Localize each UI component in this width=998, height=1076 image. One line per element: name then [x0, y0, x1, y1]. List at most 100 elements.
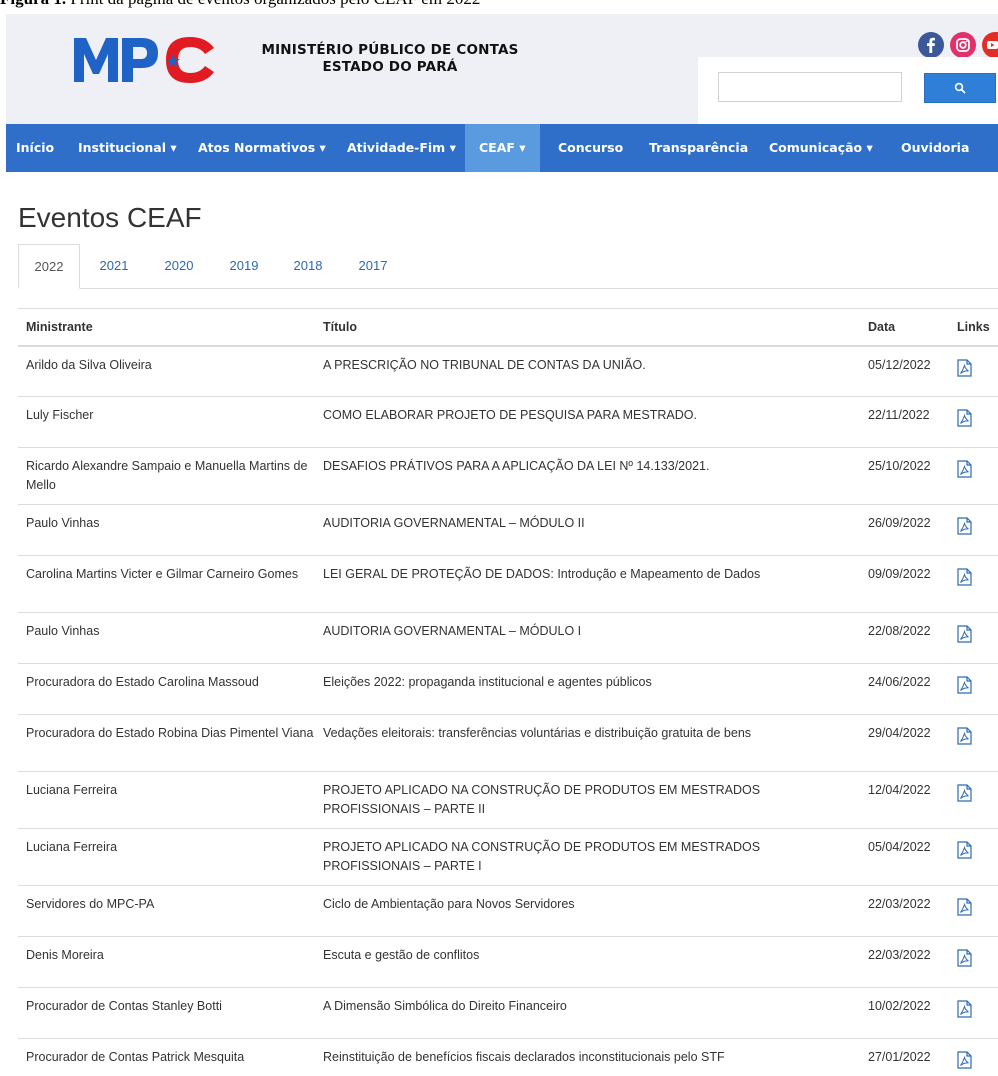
pdf-icon[interactable]: [957, 948, 972, 973]
pdf-icon[interactable]: [957, 516, 972, 541]
pdf-icon[interactable]: [957, 897, 972, 922]
links-cell: [949, 611, 998, 663]
tab-2017[interactable]: 2017: [353, 244, 393, 288]
header-ministrante: Ministrante: [18, 308, 315, 347]
nav-item-ouvidoria[interactable]: Ouvidoria: [901, 124, 969, 172]
links-cell: [949, 662, 998, 714]
search-input[interactable]: [718, 72, 902, 102]
links-cell: [949, 446, 998, 504]
titulo-cell: LEI GERAL DE PROTEÇÃO DE DADOS: Introduç…: [315, 554, 860, 612]
main-navigation: Início Institucional ▾ Atos Normativos ▾…: [6, 124, 998, 172]
tab-2021[interactable]: 2021: [94, 244, 134, 288]
search-icon: [954, 82, 966, 94]
titulo-cell: DESAFIOS PRÁTIVOS PARA A APLICAÇÃO DA LE…: [315, 446, 860, 504]
header-titulo: Título: [315, 308, 860, 347]
search-button[interactable]: [924, 73, 996, 103]
titulo-cell: A Dimensão Simbólica do Direito Financei…: [315, 986, 860, 1038]
table-row: Ricardo Alexandre Sampaio e Manuella Mar…: [18, 446, 998, 504]
data-cell: 29/04/2022: [860, 713, 949, 771]
header-data: Data: [860, 308, 949, 347]
table-row: Luciana Ferreira PROJETO APLICADO NA CONS…: [18, 770, 998, 828]
instagram-icon[interactable]: [950, 32, 976, 58]
links-cell: [949, 884, 998, 936]
table-row: Procuradora do Estado Robina Dias Piment…: [18, 713, 998, 771]
data-cell: 12/04/2022: [860, 770, 949, 828]
pdf-icon[interactable]: [957, 408, 972, 433]
table-row: Arildo da Silva Oliveira A PRESCRIÇÃO NO …: [18, 345, 998, 396]
ministrante-cell: Luly Fischer: [18, 395, 315, 447]
nav-item-institucional[interactable]: Institucional ▾: [78, 124, 177, 172]
titulo-cell: Eleições 2022: propaganda institucional …: [315, 662, 860, 714]
titulo-cell: Escuta e gestão de conflitos: [315, 935, 860, 987]
data-cell: 10/02/2022: [860, 986, 949, 1038]
tab-2020[interactable]: 2020: [159, 244, 199, 288]
links-cell: [949, 395, 998, 447]
table-row: Denis Moreira Escuta e gestão de conflito…: [18, 935, 998, 987]
youtube-icon[interactable]: [982, 32, 998, 58]
tab-2018[interactable]: 2018: [288, 244, 328, 288]
figure-caption: Figura 1. Print da página de eventos org…: [0, 0, 480, 11]
data-cell: 22/03/2022: [860, 935, 949, 987]
ministrante-cell: Carolina Martins Victer e Gilmar Carneir…: [18, 554, 315, 612]
ministrante-cell: Procuradora do Estado Robina Dias Piment…: [18, 713, 315, 771]
pdf-icon[interactable]: [957, 359, 972, 383]
ministrante-cell: Servidores do MPC-PA: [18, 884, 315, 936]
ministrante-cell: Paulo Vinhas: [18, 503, 315, 555]
data-cell: 22/08/2022: [860, 611, 949, 663]
ministrante-cell: Denis Moreira: [18, 935, 315, 987]
tab-2022[interactable]: 2022: [18, 244, 80, 289]
links-cell: [949, 503, 998, 555]
data-cell: 22/03/2022: [860, 884, 949, 936]
pdf-icon[interactable]: [957, 999, 972, 1024]
titulo-cell: Ciclo de Ambientação para Novos Servidor…: [315, 884, 860, 936]
table-row: Luciana Ferreira PROJETO APLICADO NA CONS…: [18, 827, 998, 885]
pdf-icon[interactable]: [957, 459, 972, 484]
pdf-icon[interactable]: [957, 624, 972, 649]
nav-item-ceaf[interactable]: CEAF ▾: [465, 124, 540, 172]
titulo-cell: PROJETO APLICADO NA CONSTRUÇÃO DE PRODUT…: [315, 827, 860, 885]
links-cell: [949, 713, 998, 771]
nav-item-atividade-fim[interactable]: Atividade-Fim ▾: [347, 124, 456, 172]
nav-item-inicio[interactable]: Início: [16, 124, 54, 172]
facebook-icon[interactable]: [918, 32, 944, 58]
titulo-cell: Reinstituição de benefícios fiscais decl…: [315, 1037, 860, 1076]
data-cell: 09/09/2022: [860, 554, 949, 612]
pdf-icon[interactable]: [957, 840, 972, 865]
org-name: MINISTÉRIO PÚBLICO DE CONTAS ESTADO DO P…: [250, 42, 530, 76]
table-row: Paulo Vinhas AUDITORIA GOVERNAMENTAL – MÓ…: [18, 503, 998, 555]
ministrante-cell: Procurador de Contas Patrick Mesquita: [18, 1037, 315, 1076]
pdf-icon[interactable]: [957, 675, 972, 700]
mpc-logo[interactable]: [72, 34, 217, 84]
search-area: [698, 57, 998, 124]
pdf-icon[interactable]: [957, 567, 972, 592]
nav-item-transparencia[interactable]: Transparência: [649, 124, 748, 172]
table-row: Carolina Martins Victer e Gilmar Carneir…: [18, 554, 998, 612]
table-row: Procuradora do Estado Carolina Massoud El…: [18, 662, 998, 714]
titulo-cell: AUDITORIA GOVERNAMENTAL – MÓDULO I: [315, 611, 860, 663]
pdf-icon[interactable]: [957, 1050, 972, 1075]
links-cell: [949, 770, 998, 828]
links-cell: [949, 1037, 998, 1076]
ministrante-cell: Luciana Ferreira: [18, 827, 315, 885]
table-row: Procurador de Contas Stanley Botti A Dime…: [18, 986, 998, 1038]
links-cell: [949, 827, 998, 885]
table-row: Luly Fischer COMO ELABORAR PROJETO DE PES…: [18, 395, 998, 447]
nav-item-concurso[interactable]: Concurso: [558, 124, 623, 172]
pdf-icon[interactable]: [957, 783, 972, 808]
pdf-icon[interactable]: [957, 726, 972, 751]
data-cell: 26/09/2022: [860, 503, 949, 555]
links-cell: [949, 554, 998, 612]
titulo-cell: PROJETO APLICADO NA CONSTRUÇÃO DE PRODUT…: [315, 770, 860, 828]
ministrante-cell: Procuradora do Estado Carolina Massoud: [18, 662, 315, 714]
ministrante-cell: Arildo da Silva Oliveira: [18, 345, 315, 396]
org-line-1: MINISTÉRIO PÚBLICO DE CONTAS: [261, 42, 519, 58]
nav-item-atos-normativos[interactable]: Atos Normativos ▾: [198, 124, 326, 172]
table-row: Servidores do MPC-PA Ciclo de Ambientação…: [18, 884, 998, 936]
ministrante-cell: Luciana Ferreira: [18, 770, 315, 828]
tab-2019[interactable]: 2019: [224, 244, 264, 288]
titulo-cell: AUDITORIA GOVERNAMENTAL – MÓDULO II: [315, 503, 860, 555]
titulo-cell: COMO ELABORAR PROJETO DE PESQUISA PARA M…: [315, 395, 860, 447]
nav-item-comunicacao[interactable]: Comunicação ▾: [769, 124, 873, 172]
data-cell: 27/01/2022: [860, 1037, 949, 1076]
data-cell: 24/06/2022: [860, 662, 949, 714]
